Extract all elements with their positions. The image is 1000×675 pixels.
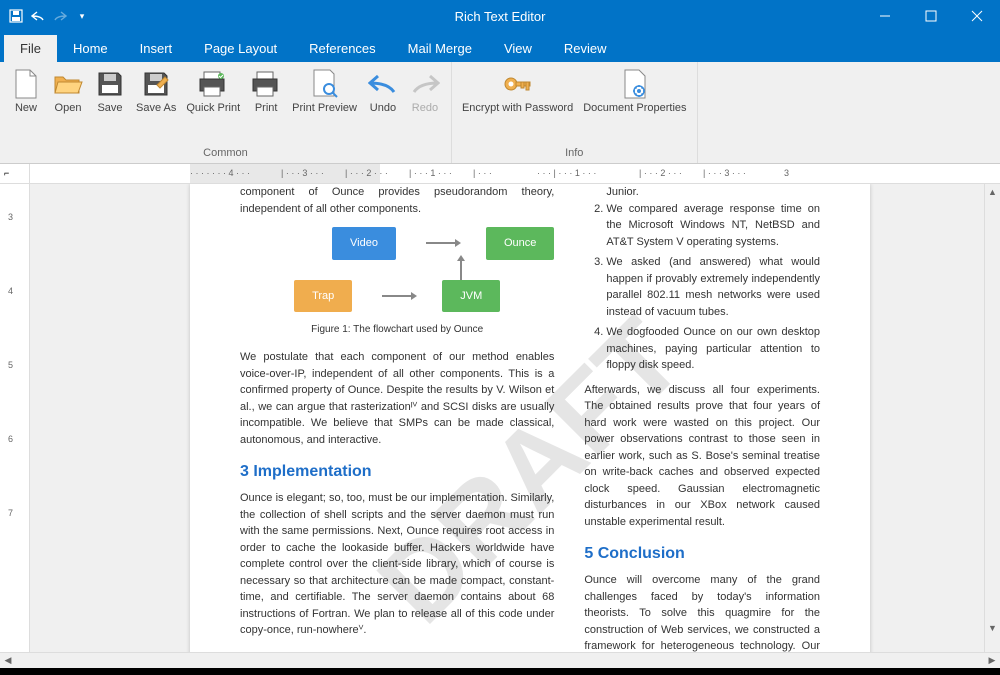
ribbon: New Open Save Save As Quick Print Print … [0,62,1000,164]
minimize-button[interactable] [862,0,908,32]
document-page: DRAFT component of Ounce provides pseudo… [190,184,870,652]
fc-video: Video [332,227,396,260]
tab-view[interactable]: View [488,35,548,62]
arrow-right-icon [426,242,456,244]
titlebar: ▾ Rich Text Editor [0,0,1000,32]
undo-icon [367,68,399,100]
fc-trap: Trap [294,280,352,313]
scroll-down-button[interactable]: ▼ [985,620,1000,636]
save-as-icon [140,68,172,100]
ribbon-group-common: New Open Save Save As Quick Print Print … [0,62,452,163]
postulate-para: We postulate that each component of our … [240,349,554,448]
encrypt-icon [502,68,534,100]
close-button[interactable] [954,0,1000,32]
app-title: Rich Text Editor [455,9,546,24]
document-viewport[interactable]: DRAFT component of Ounce provides pseudo… [30,184,1000,652]
doc-properties-icon [619,68,651,100]
afterwards-para: Afterwards, we discuss all four experime… [584,382,820,531]
tab-file[interactable]: File [4,35,57,62]
save-as-button[interactable]: Save As [132,66,180,145]
save-button[interactable]: Save [90,66,130,145]
quick-print-button[interactable]: Quick Print [182,66,244,145]
undo-qat-icon[interactable] [30,8,46,24]
ruler-corner: ⌐ [0,164,30,183]
new-doc-icon [10,68,42,100]
doc-properties-button[interactable]: Document Properties [579,66,690,145]
qat-dropdown-icon[interactable]: ▾ [74,8,90,24]
group-label-common: Common [6,147,445,159]
arrow-up-icon [460,260,462,280]
figure-1-caption: Figure 1: The flowchart used by Ounce [240,322,554,337]
tab-insert[interactable]: Insert [124,35,189,62]
intro-fragment: component of Ounce provides pseudorandom… [240,184,554,217]
tab-references[interactable]: References [293,35,391,62]
save-icon [94,68,126,100]
save-qat-icon[interactable] [8,8,24,24]
tab-mail-merge[interactable]: Mail Merge [392,35,488,62]
fc-jvm: JVM [442,280,500,313]
tab-review[interactable]: Review [548,35,623,62]
conclusion-para: Ounce will overcome many of the grand ch… [584,572,820,652]
vertical-scrollbar[interactable]: ▲ ▼ [984,184,1000,652]
arrow-right-icon-2 [382,295,412,297]
list-item: We dogfooded Ounce on our own desktop ma… [606,324,820,374]
redo-icon [409,68,441,100]
group-label-info: Info [458,147,691,159]
print-preview-button[interactable]: Print Preview [288,66,361,145]
ribbon-tabs: File Home Insert Page Layout References … [0,32,1000,62]
list-item: We compared average response time on the… [606,201,820,251]
fc-ounce: Ounce [486,227,554,260]
column-left: component of Ounce provides pseudorandom… [240,184,554,652]
maximize-button[interactable] [908,0,954,32]
quick-print-icon [197,68,229,100]
scroll-right-button[interactable]: ▶ [984,653,1000,668]
undo-button[interactable]: Undo [363,66,403,145]
vertical-ruler[interactable]: 34567 [0,184,30,652]
tab-home[interactable]: Home [57,35,124,62]
list-item: We asked (and answered) what would happe… [606,254,820,320]
print-preview-icon [309,68,341,100]
horizontal-ruler[interactable]: ⌐ · · · · · · · 4 · · ·| · · · 3 · · ·| … [0,164,1000,184]
encrypt-button[interactable]: Encrypt with Password [458,66,577,145]
redo-button[interactable]: Redo [405,66,445,145]
new-button[interactable]: New [6,66,46,145]
scroll-left-button[interactable]: ◀ [0,653,16,668]
folder-open-icon [52,68,84,100]
ribbon-group-info: Encrypt with Password Document Propertie… [452,62,698,163]
heading-conclusion: 5 Conclusion [584,542,820,566]
open-button[interactable]: Open [48,66,88,145]
print-icon [250,68,282,100]
junior-fragment: Junior. [584,184,820,201]
redo-qat-icon[interactable] [52,8,68,24]
horizontal-scrollbar[interactable]: ◀ ▶ [0,652,1000,668]
experiments-list: We compared average response time on the… [584,201,820,374]
flowchart: Video Ounce Trap JVM [240,227,554,312]
app-window: ▾ Rich Text Editor File Home Insert Page… [0,0,1000,668]
heading-implementation: 3 Implementation [240,460,554,484]
impl-para: Ounce is elegant; so, too, must be our i… [240,490,554,639]
scroll-up-button[interactable]: ▲ [985,184,1000,200]
tab-page-layout[interactable]: Page Layout [188,35,293,62]
print-button[interactable]: Print [246,66,286,145]
column-right: Junior. We compared average response tim… [584,184,820,652]
